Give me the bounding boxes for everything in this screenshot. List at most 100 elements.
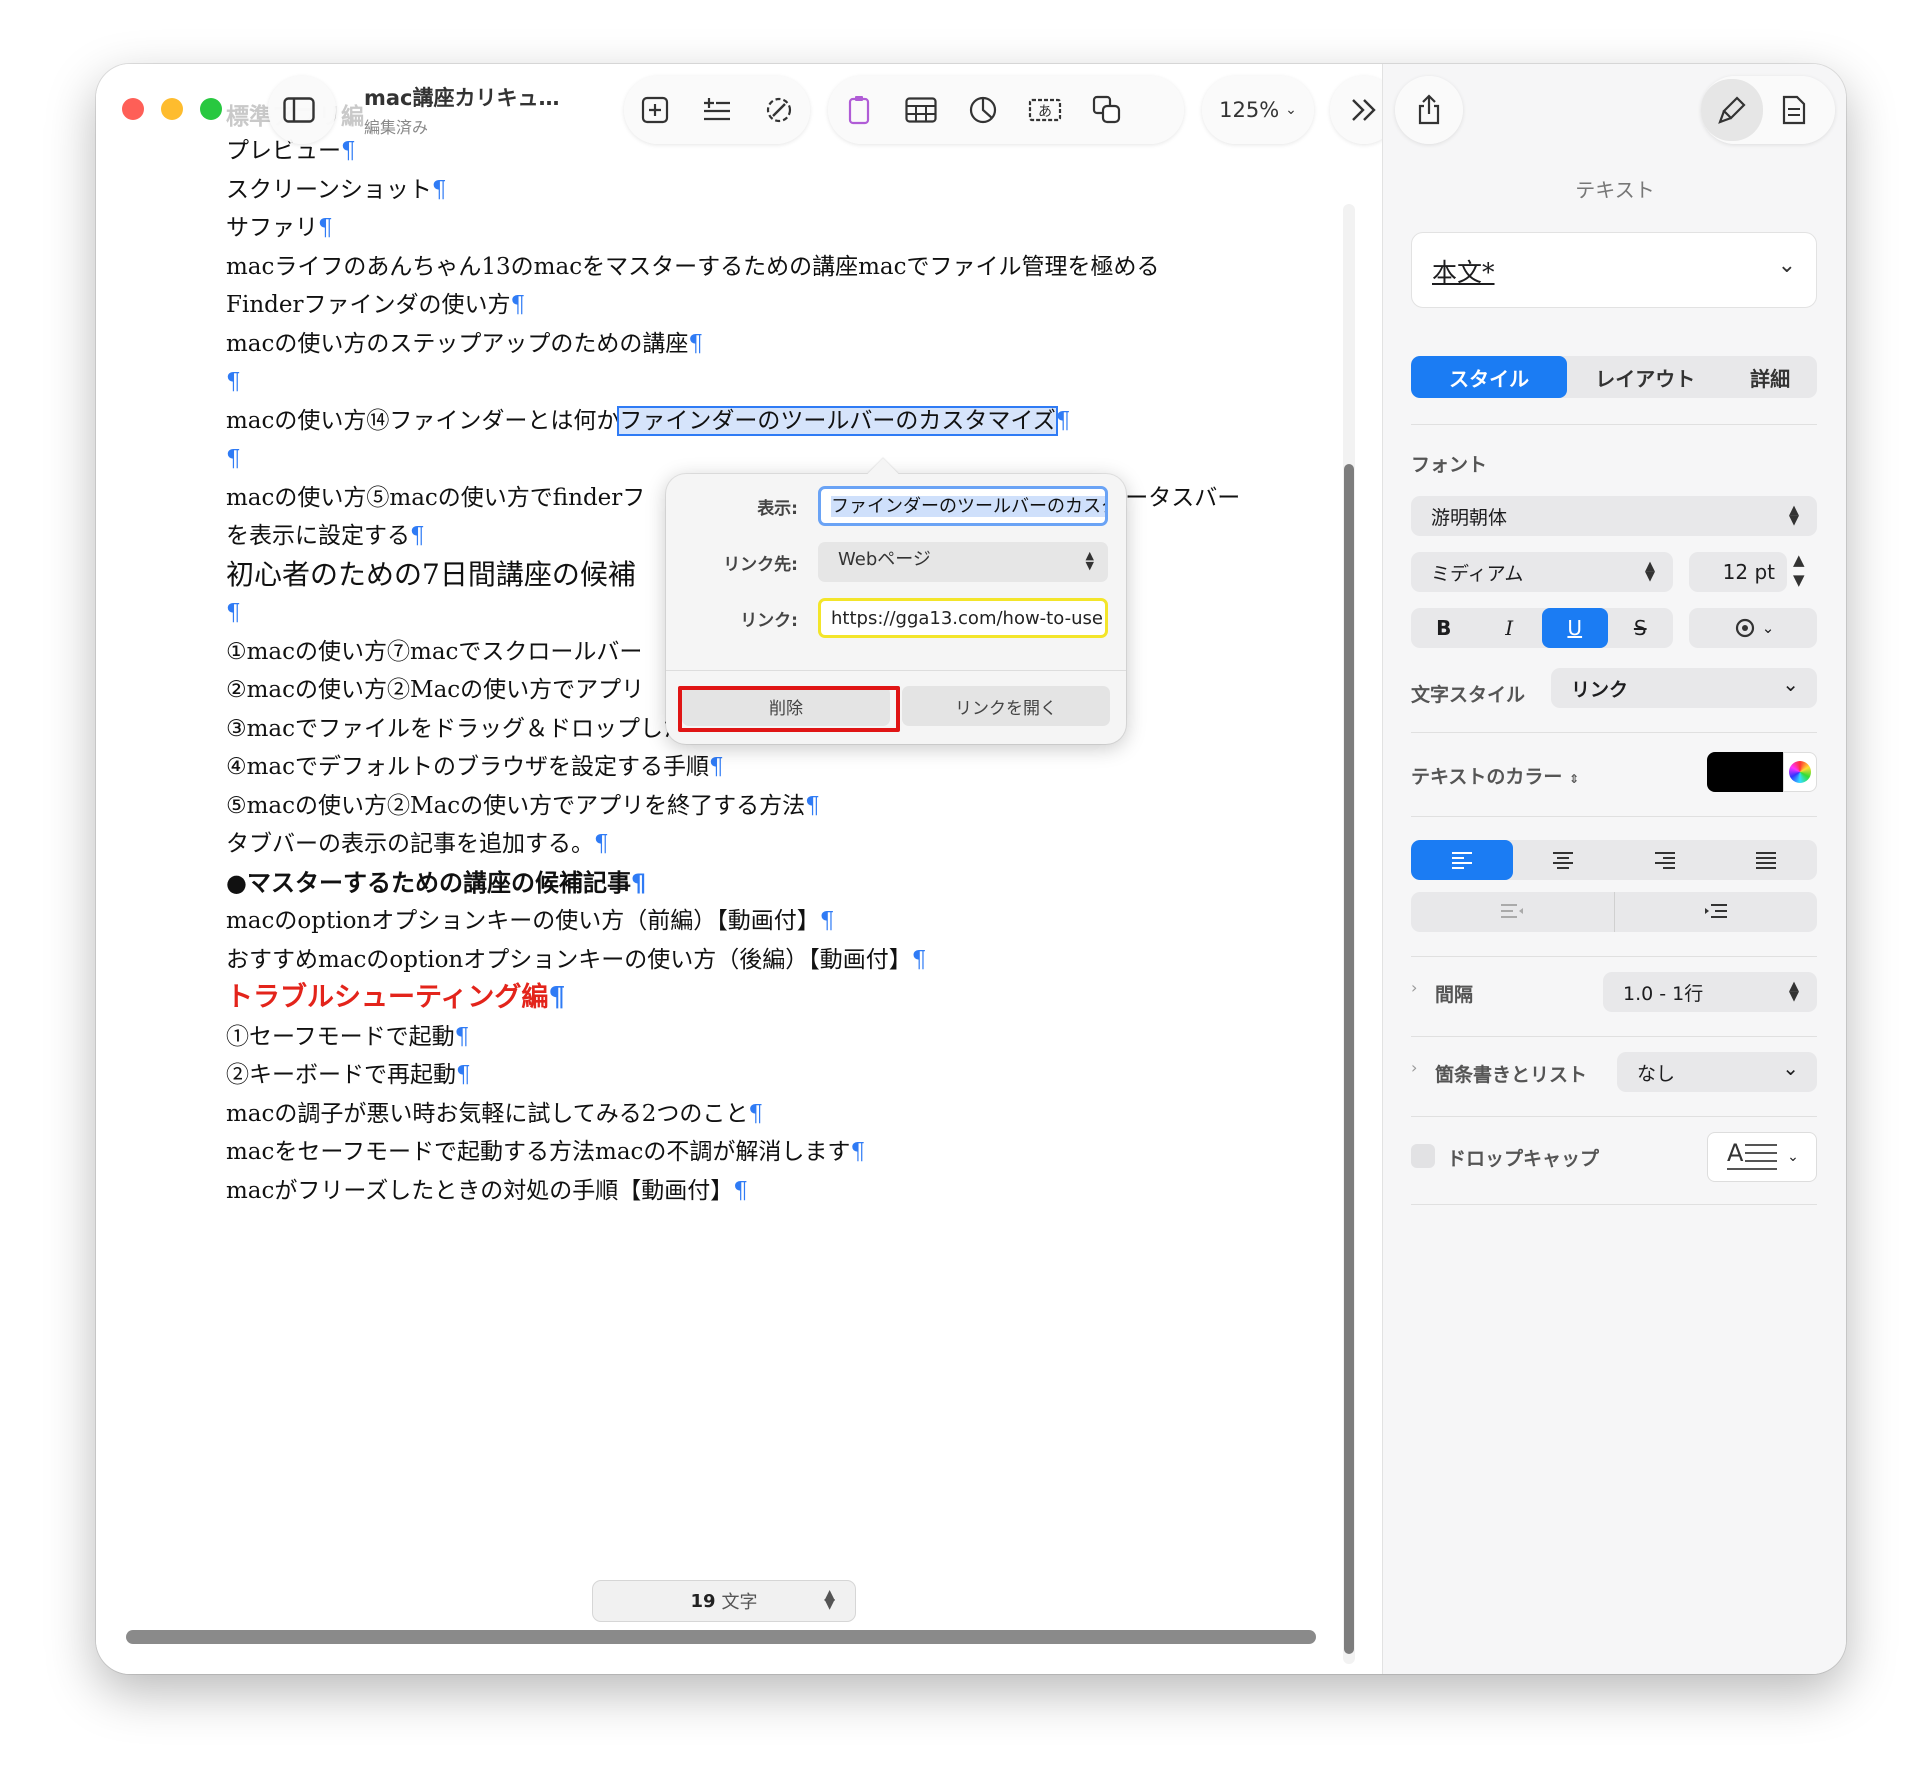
bullets-select[interactable]: なし ⌄ — [1617, 1052, 1817, 1092]
spacing-select[interactable]: 1.0 - 1行 ▲ ▼ — [1603, 972, 1817, 1012]
character-style-select[interactable]: リンク ⌄ — [1551, 668, 1817, 708]
pilcrow-mark: ¶ — [1055, 407, 1071, 434]
shape-button[interactable] — [1076, 79, 1138, 141]
updown-chevron-icon: ▲ ▼ — [824, 1587, 835, 1612]
writing-tools-button[interactable] — [748, 79, 810, 141]
paragraph-text: macライフのあんちゃん13のmacをマスターするための講座macでファイル管理… — [226, 253, 1160, 280]
decrease-indent-icon — [1501, 904, 1524, 918]
document-paragraph[interactable]: ②キーボードで再起動¶ — [226, 1056, 1326, 1095]
document-paragraph[interactable]: macがフリーズしたときの対処の手順【動画付】¶ — [226, 1172, 1326, 1211]
vertical-scroll-thumb[interactable] — [1344, 464, 1354, 1654]
sidebar-toggle-button[interactable] — [268, 76, 336, 144]
document-inspector-button[interactable] — [1763, 79, 1825, 141]
document-paragraph[interactable]: ⑤macの使い方②Macの使い方でアプリを終了する方法¶ — [226, 787, 1326, 826]
link-url-field[interactable]: https://gga13.com/how-to-use — [818, 598, 1108, 638]
bold-button[interactable]: B — [1411, 608, 1477, 648]
table-button[interactable] — [890, 79, 952, 141]
document-icon — [1782, 95, 1806, 125]
italic-button[interactable]: I — [1477, 608, 1543, 648]
character-style-value: リンク — [1571, 678, 1629, 701]
chevron-right-icon[interactable]: › — [1411, 1058, 1417, 1077]
clipboard-button[interactable] — [828, 79, 890, 141]
color-wheel-icon — [1789, 761, 1811, 783]
link-url-value: https://gga13.com/how-to-use — [831, 608, 1103, 629]
zoom-window-button[interactable] — [200, 98, 222, 120]
spacing-label[interactable]: 間隔 — [1435, 980, 1473, 1007]
decrease-indent-button[interactable] — [1411, 892, 1614, 932]
close-window-button[interactable] — [122, 98, 144, 120]
selected-hyperlink[interactable]: ファインダーのツールバーのカスタマイズ — [617, 405, 1058, 436]
drop-cap-style-menu[interactable]: A ⌄ — [1707, 1132, 1817, 1182]
display-text-field[interactable]: ファインダーのツールバーのカスタマイズ — [818, 486, 1108, 526]
document-paragraph[interactable]: macのoptionオプションキーの使い方（前編）【動画付】¶ — [226, 902, 1326, 941]
paragraph-text: 初心者のための7日間講座の候補 — [226, 557, 636, 591]
chevron-down-icon: ⌄ — [1285, 102, 1297, 118]
document-paragraph[interactable]: macライフのあんちゃん13のmacをマスターするための講座macでファイル管理… — [226, 248, 1326, 287]
zoom-menu[interactable]: 125% ⌄ — [1202, 76, 1314, 144]
pilcrow-mark: ¶ — [548, 982, 566, 1013]
minimize-window-button[interactable] — [161, 98, 183, 120]
increase-indent-button[interactable] — [1613, 892, 1818, 932]
text-box-button[interactable]: あ — [1014, 79, 1076, 141]
chevron-down-icon: ⌄ — [1782, 672, 1799, 696]
underline-button[interactable]: U — [1542, 608, 1608, 648]
document-paragraph[interactable]: サファリ¶ — [226, 209, 1326, 248]
link-to-select[interactable]: Webページ ▲ ▼ — [818, 542, 1108, 582]
document-area[interactable]: 標準アプリ編 プレビュー¶スクリーンショット¶サファリ¶macライフのあんちゃん… — [96, 64, 1382, 1674]
document-paragraph[interactable]: スクリーンショット¶ — [226, 171, 1326, 210]
paragraph-text: ①セーフモードで起動 — [226, 1023, 455, 1050]
font-weight-value: ミディアム — [1431, 562, 1524, 585]
paragraph-text: macの使い方⑭ファインダーとは何か — [226, 407, 620, 434]
font-size-field[interactable]: 12 pt — [1689, 552, 1787, 592]
document-paragraph[interactable]: macをセーフモードで起動する方法macの不調が解消します¶ — [226, 1133, 1326, 1172]
text-options-button[interactable]: ⌄ — [1689, 608, 1817, 648]
paragraph-style-menu[interactable]: 本文* ⌄ — [1411, 232, 1817, 308]
document-paragraph[interactable]: macの調子が悪い時お気軽に試してみる2つのこと¶ — [226, 1095, 1326, 1134]
vertical-scrollbar[interactable] — [1343, 204, 1355, 1664]
align-center-button[interactable] — [1513, 840, 1615, 880]
align-right-button[interactable] — [1614, 840, 1716, 880]
chevron-right-icon[interactable]: › — [1411, 978, 1417, 997]
drop-cap-checkbox[interactable] — [1411, 1144, 1435, 1168]
document-paragraph[interactable]: ●マスターするための講座の候補記事¶ — [226, 864, 1326, 903]
paragraph-text: プレビュー — [226, 138, 341, 164]
align-left-icon — [1451, 852, 1472, 869]
document-paragraph[interactable]: macの使い方のステップアップのための講座¶ — [226, 325, 1326, 364]
font-family-select[interactable]: 游明朝体 ▲ ▼ — [1411, 496, 1817, 536]
document-paragraph[interactable]: ¶ — [226, 440, 1326, 479]
tab-more[interactable]: 詳細 — [1723, 356, 1817, 398]
paragraph-text: macの使い方のステップアップのための講座 — [226, 330, 689, 357]
align-left-button[interactable] — [1411, 840, 1513, 880]
document-paragraph[interactable]: Finderファインダの使い方¶ — [226, 286, 1326, 325]
tab-layout[interactable]: レイアウト — [1567, 356, 1723, 398]
delete-button-highlight-box — [678, 686, 900, 732]
document-paragraph[interactable]: ④macでデフォルトのブラウザを設定する手順¶ — [226, 748, 1326, 787]
justify-button[interactable] — [1716, 840, 1818, 880]
pilcrow-mark: ¶ — [819, 908, 835, 934]
share-button[interactable] — [1395, 76, 1463, 144]
open-link-button[interactable]: リンクを開く — [902, 686, 1110, 726]
document-title[interactable]: mac講座カリキュ… 編集済み — [364, 82, 560, 138]
document-paragraph[interactable]: ①セーフモードで起動¶ — [226, 1018, 1326, 1057]
updown-chevron-icon: ▲ ▼ — [1789, 503, 1799, 528]
strikethrough-button[interactable]: S — [1608, 608, 1674, 648]
document-paragraph[interactable]: タブバーの表示の記事を追加する。¶ — [226, 825, 1326, 864]
font-weight-select[interactable]: ミディアム ▲ ▼ — [1411, 552, 1673, 592]
chart-button[interactable] — [952, 79, 1014, 141]
text-color-swatch[interactable] — [1707, 752, 1783, 792]
color-wheel-button[interactable] — [1783, 752, 1817, 792]
format-inspector-button[interactable] — [1701, 79, 1763, 141]
font-size-stepper[interactable]: ▲ ▼ — [1793, 550, 1805, 590]
add-page-button[interactable] — [686, 79, 748, 141]
bullets-label[interactable]: 箇条書きとリスト — [1435, 1060, 1587, 1087]
document-paragraph[interactable]: macの使い方⑭ファインダーとは何かファインダーのツールバーのカスタマイズ¶ — [226, 402, 1326, 441]
insert-button[interactable] — [624, 79, 686, 141]
document-paragraph[interactable]: トラブルシューティング編¶ — [226, 979, 1326, 1018]
document-paragraph[interactable]: おすすめmacのoptionオプションキーの使い方（後編）【動画付】¶ — [226, 941, 1326, 980]
horizontal-scrollbar[interactable] — [126, 1630, 1316, 1644]
tab-style[interactable]: スタイル — [1411, 356, 1568, 398]
paragraph-text: タブバーの表示の記事を追加する。 — [226, 831, 594, 857]
paragraph-text: ①macの使い方⑦macでスクロールバー — [226, 638, 643, 665]
word-count-button[interactable]: 19 文字 ▲ ▼ — [592, 1580, 856, 1622]
document-paragraph[interactable]: ¶ — [226, 363, 1326, 402]
